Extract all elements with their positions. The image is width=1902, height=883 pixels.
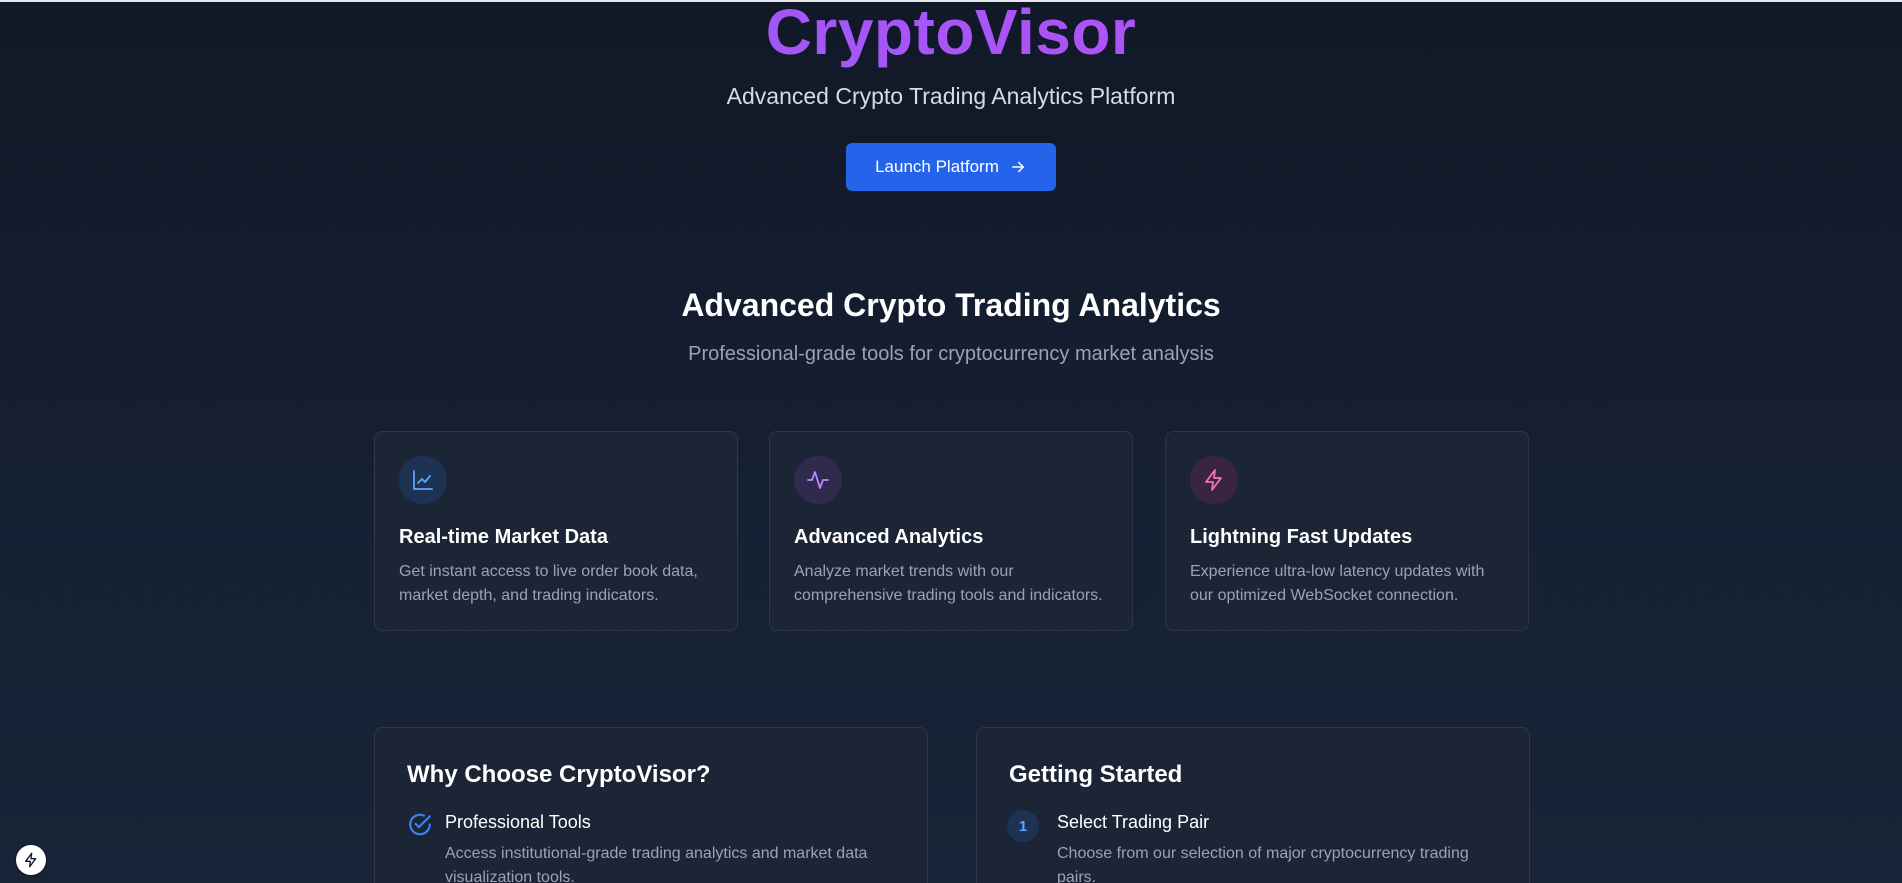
step-description: Choose from our selection of major crypt… bbox=[1057, 845, 1469, 883]
launch-platform-button[interactable]: Launch Platform bbox=[846, 143, 1056, 191]
list-item-description: Access institutional-grade trading analy… bbox=[445, 845, 868, 883]
feature-card-analytics: Advanced Analytics Analyze market trends… bbox=[769, 431, 1133, 631]
feature-title: Lightning Fast Updates bbox=[1190, 526, 1413, 548]
line-chart-icon bbox=[399, 456, 447, 504]
getting-started-title: Getting Started bbox=[1009, 761, 1183, 788]
getting-started-panel: Getting Started 1 Select Trading Pair Ch… bbox=[976, 727, 1530, 883]
features-heading: Advanced Crypto Trading Analytics bbox=[681, 287, 1221, 323]
feature-title: Advanced Analytics bbox=[794, 526, 984, 548]
list-item: 1 Select Trading Pair Choose from our se… bbox=[1007, 810, 1497, 883]
brand-title: CryptoVisor bbox=[0, 0, 1902, 68]
features-subheading: Professional-grade tools for cryptocurre… bbox=[688, 343, 1214, 365]
lightning-icon bbox=[1190, 456, 1238, 504]
hero-tagline: Advanced Crypto Trading Analytics Platfo… bbox=[726, 83, 1176, 109]
feature-description: Experience ultra-low latency updates wit… bbox=[1190, 563, 1485, 604]
arrow-right-icon bbox=[1011, 161, 1024, 173]
list-item: Professional Tools Access institutional-… bbox=[407, 810, 895, 883]
why-choose-panel: Why Choose CryptoVisor? Professional Too… bbox=[374, 727, 928, 883]
feature-card-fast-updates: Lightning Fast Updates Experience ultra-… bbox=[1165, 431, 1529, 631]
feature-description: Analyze market trends with our comprehen… bbox=[794, 563, 1103, 604]
step-title: Select Trading Pair bbox=[1057, 812, 1210, 832]
list-item-title: Professional Tools bbox=[445, 812, 591, 832]
check-circle-icon bbox=[409, 813, 431, 836]
launch-button-label: Launch Platform bbox=[875, 157, 999, 176]
step-number-badge: 1 bbox=[1007, 810, 1039, 842]
dev-tools-button[interactable] bbox=[16, 845, 46, 875]
feature-description: Get instant access to live order book da… bbox=[399, 563, 698, 604]
feature-card-market-data: Real-time Market Data Get instant access… bbox=[374, 431, 738, 631]
lightning-icon bbox=[25, 852, 37, 868]
activity-icon bbox=[794, 456, 842, 504]
why-choose-title: Why Choose CryptoVisor? bbox=[407, 761, 711, 788]
feature-title: Real-time Market Data bbox=[399, 526, 608, 548]
